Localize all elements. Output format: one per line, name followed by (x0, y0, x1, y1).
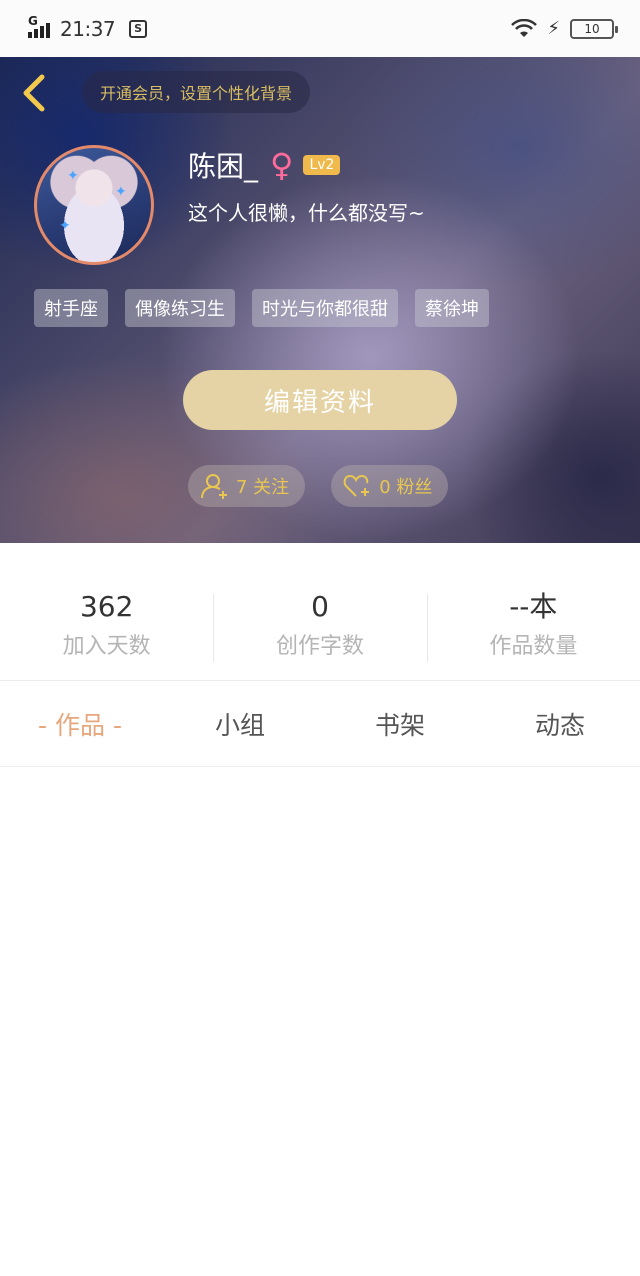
avatar[interactable]: ✦ ✦ ✦ (34, 145, 154, 265)
network-type: G (28, 13, 38, 28)
stat-works-count: --本 作品数量 (426, 590, 640, 666)
tag-item[interactable]: 蔡徐坤 (415, 289, 489, 327)
follow-stats: 7 关注 0 粉丝 (188, 465, 449, 507)
level-badge: Lv2 (303, 155, 341, 175)
tag-item[interactable]: 时光与你都很甜 (252, 289, 398, 327)
tab-groups[interactable]: 小组 (160, 682, 320, 766)
stat-label: 作品数量 (489, 634, 578, 659)
stat-value: 0 (311, 590, 329, 623)
add-user-icon (201, 474, 227, 499)
profile-stats: 362 加入天数 0 创作字数 --本 作品数量 (0, 590, 640, 666)
following-button[interactable]: 7 关注 (188, 465, 306, 507)
works-content-area (0, 767, 640, 1276)
following-count: 7 关注 (236, 477, 290, 498)
status-time: 21:37 (60, 16, 116, 41)
stat-word-count: 0 创作字数 (213, 590, 426, 666)
tag-item[interactable]: 偶像练习生 (125, 289, 235, 327)
user-name: 陈困_ (188, 150, 259, 183)
stat-value: --本 (509, 590, 558, 623)
followers-button[interactable]: 0 粉丝 (331, 465, 449, 507)
user-bio: 这个人很懒，什么都没写~ (188, 201, 425, 225)
tag-item[interactable]: 射手座 (34, 289, 108, 327)
notification-app-icon: S (129, 19, 148, 38)
chevron-left-icon (23, 74, 45, 112)
cellular-signal-icon: G (26, 13, 54, 42)
stat-label: 创作字数 (275, 634, 364, 659)
profile-tabs: - 作品 - 小组 书架 动态 (0, 682, 640, 766)
followers-count: 0 粉丝 (379, 477, 433, 498)
stat-value: 362 (79, 590, 134, 623)
stat-label: 加入天数 (62, 634, 151, 659)
profile-header: 开通会员，设置个性化背景 ✦ ✦ ✦ 陈困_ ♀ Lv2 这个人很懒，什么都没写… (0, 57, 640, 543)
divider (0, 680, 640, 681)
stat-join-days: 362 加入天数 (0, 590, 213, 666)
tab-bookshelf[interactable]: 书架 (320, 682, 480, 766)
heart-plus-icon (343, 474, 370, 497)
tab-activity[interactable]: 动态 (480, 682, 640, 766)
vip-banner-text: 开通会员，设置个性化背景 (100, 84, 293, 103)
charging-icon: ⚡ (547, 18, 560, 39)
battery-level: 10 (584, 21, 600, 36)
edit-profile-button[interactable]: 编辑资料 (183, 370, 457, 430)
user-name-row: 陈困_ ♀ Lv2 (188, 145, 341, 185)
status-bar: G 21:37 S ⚡ 10 (0, 0, 640, 57)
vip-background-banner[interactable]: 开通会员，设置个性化背景 (82, 71, 311, 113)
tag-list: 射手座 偶像练习生 时光与你都很甜 蔡徐坤 (34, 289, 489, 327)
battery-icon: 10 (570, 18, 618, 39)
tab-works[interactable]: - 作品 - (0, 682, 160, 766)
wifi-icon (511, 18, 538, 37)
back-button[interactable] (18, 73, 50, 113)
female-gender-icon: ♀ (270, 146, 294, 184)
